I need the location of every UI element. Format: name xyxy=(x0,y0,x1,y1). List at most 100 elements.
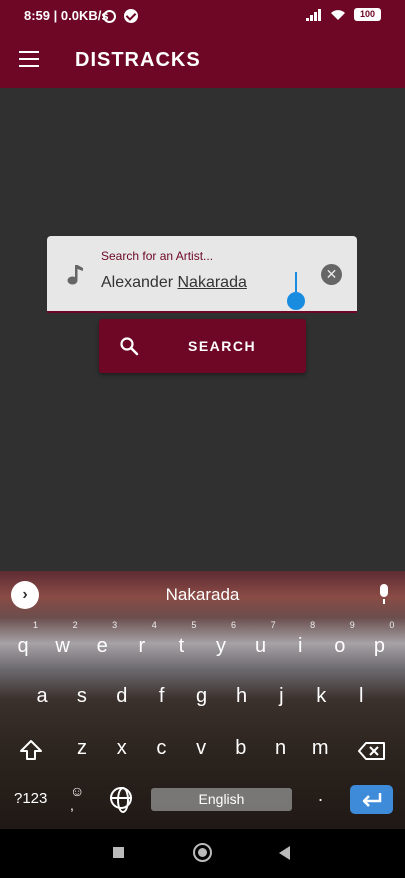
key-label: a xyxy=(36,685,48,707)
search-button[interactable]: SEARCH xyxy=(99,319,306,373)
alarm-icon xyxy=(103,9,116,23)
key-s[interactable]: s xyxy=(63,678,101,714)
suggestion-bar: › Nakarada xyxy=(0,571,405,619)
key-label: m xyxy=(311,737,329,759)
key-label: l xyxy=(358,685,364,707)
key-c[interactable]: c xyxy=(142,730,180,766)
key-label: u xyxy=(255,635,267,657)
search-label: Search for an Artist... xyxy=(101,249,214,263)
key-b[interactable]: b xyxy=(222,730,260,766)
key-label: b xyxy=(235,737,247,759)
soft-keyboard: › Nakarada q1w2e3r4t5y6u7i8o9p0asdfghjkl… xyxy=(0,571,405,829)
symbols-key[interactable]: ?123 xyxy=(14,790,47,807)
key-hint: 6 xyxy=(230,620,236,630)
key-d[interactable]: d xyxy=(103,678,141,714)
key-h[interactable]: h xyxy=(223,678,261,714)
key-label: q xyxy=(17,635,29,657)
key-w[interactable]: w2 xyxy=(44,620,82,664)
key-label: f xyxy=(158,685,165,707)
key-label: s xyxy=(76,685,87,707)
key-label: y xyxy=(216,635,226,657)
close-icon[interactable]: ✕ xyxy=(321,264,342,285)
app-title: DISTRACKS xyxy=(75,49,201,71)
key-hint: 5 xyxy=(191,620,197,630)
status-bar: 8:59 | 0.0KB/s 100 xyxy=(0,0,405,30)
wifi-icon xyxy=(331,9,345,20)
key-t[interactable]: t5 xyxy=(162,620,200,664)
key-j[interactable]: j xyxy=(262,678,300,714)
comma-key[interactable]: ☺, xyxy=(70,784,84,812)
key-g[interactable]: g xyxy=(183,678,221,714)
key-label: j xyxy=(279,685,284,707)
key-o[interactable]: o9 xyxy=(321,620,359,664)
search-button-label: SEARCH xyxy=(188,338,257,354)
enter-key[interactable] xyxy=(350,785,393,814)
key-label: v xyxy=(196,737,207,759)
key-label: w xyxy=(55,635,70,657)
key-n[interactable]: n xyxy=(262,730,300,766)
key-v[interactable]: v xyxy=(182,730,220,766)
key-i[interactable]: i8 xyxy=(281,620,319,664)
backspace-icon[interactable] xyxy=(358,741,386,761)
music-note-icon xyxy=(67,265,83,285)
recents-icon[interactable] xyxy=(113,847,124,858)
key-label: i xyxy=(297,635,303,657)
app-bar: DISTRACKS xyxy=(0,30,405,88)
search-value-first: Alexander xyxy=(101,274,178,291)
home-icon[interactable] xyxy=(193,843,212,862)
microphone-icon[interactable] xyxy=(378,584,390,606)
artist-search-field[interactable]: Search for an Artist... Alexander Nakara… xyxy=(47,236,357,313)
check-circle-icon xyxy=(124,9,138,23)
key-label: h xyxy=(235,685,248,707)
key-k[interactable]: k xyxy=(302,678,340,714)
net-speed: 0.0KB/s xyxy=(60,8,109,23)
search-input[interactable]: Alexander Nakarada xyxy=(101,274,247,292)
screen: 8:59 | 0.0KB/s 100 DISTRACKS Search for … xyxy=(0,0,405,878)
key-label: n xyxy=(274,737,287,759)
key-a[interactable]: a xyxy=(23,678,61,714)
key-label: p xyxy=(373,635,385,657)
globe-icon[interactable] xyxy=(110,787,132,813)
key-hint: 8 xyxy=(310,620,316,630)
comma-label: , xyxy=(70,797,74,813)
key-label: z xyxy=(77,737,87,759)
key-hint: 1 xyxy=(32,620,38,630)
cursor-handle[interactable] xyxy=(287,292,305,310)
period-key[interactable]: . xyxy=(318,785,323,806)
word-suggestion[interactable]: Nakarada xyxy=(0,585,405,605)
key-label: g xyxy=(196,685,208,707)
key-z[interactable]: z xyxy=(63,730,101,766)
key-m[interactable]: m xyxy=(301,730,339,766)
key-label: k xyxy=(316,685,327,707)
key-label: r xyxy=(138,635,146,657)
battery-icon: 100 xyxy=(354,8,381,21)
key-u[interactable]: u7 xyxy=(242,620,280,664)
key-q[interactable]: q1 xyxy=(4,620,42,664)
key-label: o xyxy=(334,635,346,657)
key-label: d xyxy=(116,685,128,707)
key-hint: 3 xyxy=(112,620,118,630)
key-r[interactable]: r4 xyxy=(123,620,161,664)
status-icons xyxy=(103,9,138,23)
key-f[interactable]: f xyxy=(143,678,181,714)
text-cursor xyxy=(295,272,297,294)
system-nav-bar xyxy=(0,829,405,878)
key-label: x xyxy=(116,737,127,759)
key-hint: 7 xyxy=(270,620,276,630)
key-y[interactable]: y6 xyxy=(202,620,240,664)
key-e[interactable]: e3 xyxy=(83,620,121,664)
key-hint: 0 xyxy=(389,620,395,630)
key-x[interactable]: x xyxy=(103,730,141,766)
status-time: 8:59 | 0.0KB/s xyxy=(24,8,109,23)
shift-icon[interactable] xyxy=(19,739,43,761)
enter-icon xyxy=(362,793,382,807)
key-l[interactable]: l xyxy=(342,678,380,714)
space-key[interactable]: English xyxy=(151,788,292,811)
key-hint: 2 xyxy=(72,620,78,630)
key-p[interactable]: p0 xyxy=(360,620,398,664)
key-hint: 4 xyxy=(151,620,157,630)
hamburger-menu-icon[interactable] xyxy=(19,51,39,67)
search-icon xyxy=(120,337,139,356)
back-icon[interactable] xyxy=(279,846,290,860)
search-value-composing: Nakarada xyxy=(177,274,247,291)
